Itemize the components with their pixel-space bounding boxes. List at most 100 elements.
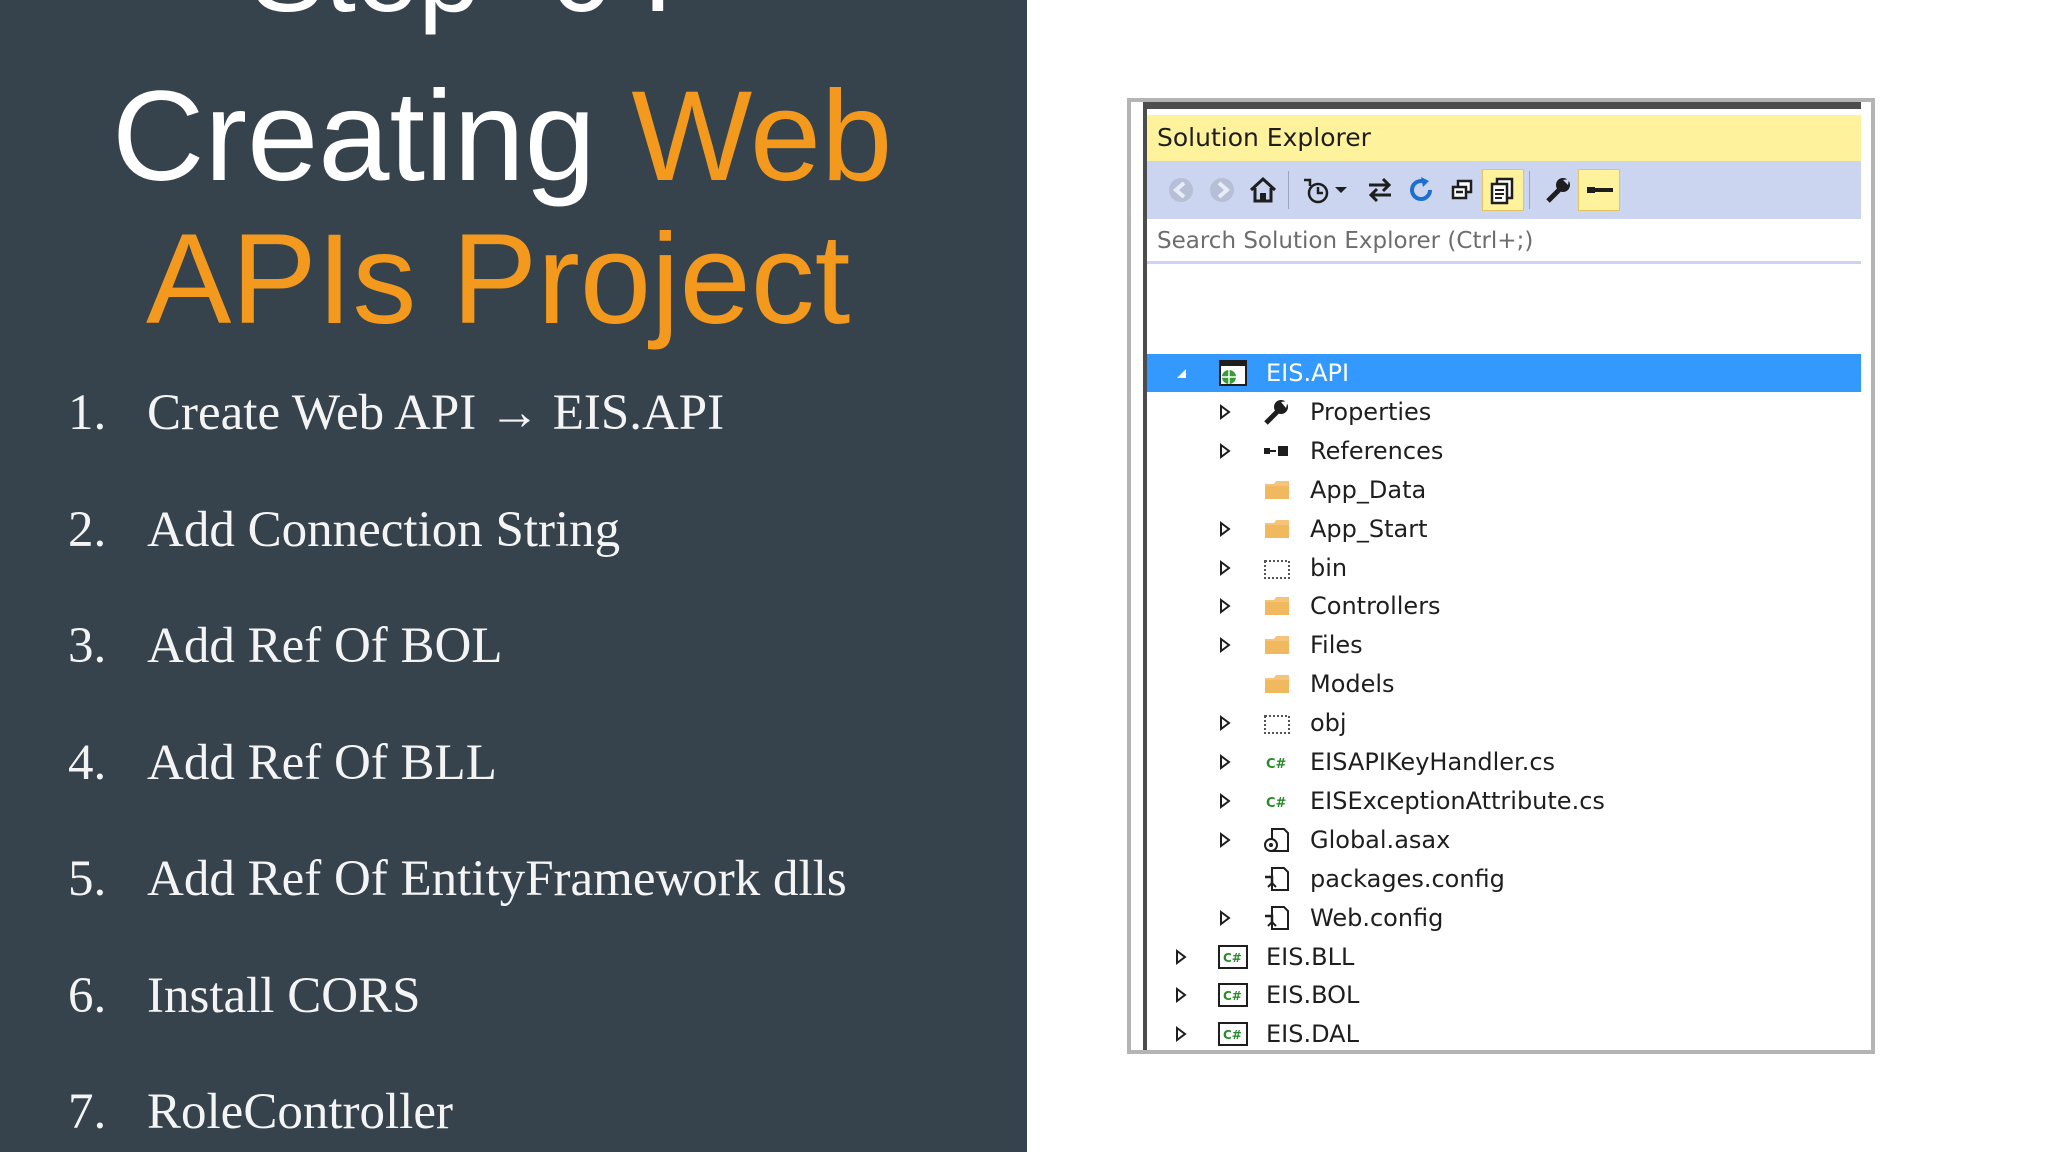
sync-icon[interactable]	[1359, 169, 1401, 211]
tree-item[interactable]: C# EISAPIKeyHandler.cs	[1147, 743, 1861, 781]
title-apis-project: APIs Project	[146, 208, 851, 351]
collapsed-arrow-icon[interactable]	[1171, 976, 1191, 1014]
tree-item[interactable]: App_Data	[1147, 471, 1861, 509]
solution-explorer-toolbar	[1147, 161, 1861, 219]
tree-item-label: EISExceptionAttribute.cs	[1310, 786, 1605, 815]
tree-item[interactable]: Properties	[1147, 393, 1861, 431]
step-item: 5. Add Ref Of EntityFramework dlls	[68, 846, 847, 963]
step-item: 6. Install CORS	[68, 963, 847, 1080]
collapsed-arrow-icon[interactable]	[1215, 587, 1235, 625]
collapsed-arrow-icon[interactable]	[1215, 626, 1235, 664]
tree-item-label: Files	[1310, 631, 1363, 660]
folder-icon	[1261, 630, 1293, 660]
tree-item[interactable]: bin	[1147, 549, 1861, 587]
hidden-folder-icon	[1261, 553, 1293, 583]
slide-title-fragment: Step -6 :	[250, 0, 673, 38]
tree-item-label: References	[1310, 436, 1444, 465]
step-item: 2. Add Connection String	[68, 497, 847, 614]
csharp-project-icon: C#	[1217, 942, 1249, 972]
folder-icon	[1261, 669, 1293, 699]
tree-item[interactable]: Controllers	[1147, 587, 1861, 625]
step-number: 5.	[68, 851, 107, 907]
tree-item[interactable]: C# EIS.DAL	[1147, 1015, 1861, 1053]
search-solution-explorer-input[interactable]: Search Solution Explorer (Ctrl+;)	[1147, 221, 1861, 264]
tree-item-label: Global.asax	[1310, 825, 1451, 854]
toolbar-separator	[1288, 171, 1289, 209]
solution-explorer-body: Solution Explorer Search Solution Explor…	[1143, 108, 1861, 1050]
collapsed-arrow-icon[interactable]	[1171, 1015, 1191, 1053]
back-icon[interactable]	[1160, 169, 1202, 211]
solution-explorer-title: Solution Explorer	[1147, 115, 1861, 161]
tree-item[interactable]: Global.asax	[1147, 821, 1861, 859]
properties-icon[interactable]	[1537, 169, 1579, 211]
tree-item-label: EISAPIKeyHandler.cs	[1310, 748, 1556, 776]
tree-item[interactable]: EIS.API	[1147, 354, 1861, 392]
expanded-arrow-icon[interactable]	[1171, 354, 1191, 392]
collapsed-arrow-icon[interactable]	[1215, 743, 1235, 781]
csharp-file-icon: C#	[1261, 747, 1293, 777]
show-all-files-icon[interactable]	[1482, 169, 1524, 211]
svg-text:C#: C#	[1266, 796, 1287, 811]
step-number: 6.	[68, 967, 107, 1024]
tree-item-label: bin	[1310, 553, 1348, 582]
slide-panel: Step -6 : Creating Web APIs Project 1.Cr…	[0, 0, 1027, 1152]
refresh-icon[interactable]	[1400, 169, 1442, 211]
tree-item[interactable]: App_Start	[1147, 510, 1861, 548]
collapse-all-icon[interactable]	[1441, 169, 1483, 211]
tree-item-label: EIS.DAL	[1266, 1020, 1359, 1049]
collapsed-arrow-icon[interactable]	[1215, 782, 1235, 820]
tree-item-label: Properties	[1310, 397, 1432, 426]
tree-item[interactable]: Files	[1147, 626, 1861, 664]
step-text: Add Connection String	[147, 501, 621, 558]
solution-explorer-window: Solution Explorer Search Solution Explor…	[1127, 98, 1875, 1054]
tree-item[interactable]: packages.config	[1147, 860, 1861, 898]
collapsed-arrow-icon[interactable]	[1215, 510, 1235, 548]
tree-item[interactable]: C# EIS.BLL	[1147, 938, 1861, 976]
tree-item-label: Controllers	[1310, 592, 1441, 621]
step-number: 7.	[68, 1084, 107, 1140]
step-item: 3. Add Ref Of BOL	[68, 613, 847, 730]
global-asax-icon	[1261, 825, 1293, 855]
tree-item-label: Models	[1310, 670, 1395, 699]
collapsed-arrow-icon[interactable]	[1215, 704, 1235, 742]
collapsed-arrow-icon[interactable]	[1215, 432, 1235, 470]
tree-item-label: EIS.API	[1266, 359, 1350, 387]
config-file-icon	[1261, 864, 1293, 894]
svg-text:C#: C#	[1223, 1028, 1242, 1042]
tree-item-label: App_Data	[1310, 475, 1427, 504]
tree-item[interactable]: obj	[1147, 704, 1861, 742]
step-text: Install CORS	[147, 967, 421, 1024]
tree-item[interactable]: Models	[1147, 665, 1861, 703]
tree-item-label: App_Start	[1310, 514, 1428, 543]
config-file-icon	[1261, 903, 1293, 933]
title-creating: Creating	[112, 65, 632, 208]
wrench-icon	[1261, 397, 1293, 427]
slide-title-line1: Creating Web	[112, 65, 892, 208]
collapsed-arrow-icon[interactable]	[1171, 938, 1191, 976]
forward-icon[interactable]	[1201, 169, 1243, 211]
hidden-folder-icon	[1261, 708, 1293, 738]
home-icon[interactable]	[1242, 169, 1284, 211]
collapsed-arrow-icon[interactable]	[1215, 899, 1235, 937]
tree-item-label: EIS.BOL	[1266, 981, 1360, 1010]
step-text: RoleController	[147, 1084, 453, 1140]
tree-item[interactable]: Web.config	[1147, 899, 1861, 937]
tree-item[interactable]: C# EISExceptionAttribute.cs	[1147, 782, 1861, 820]
tree-item[interactable]: C# EIS.BOL	[1147, 976, 1861, 1014]
dropdown-icon[interactable]	[1330, 169, 1352, 211]
tree-item[interactable]: References	[1147, 432, 1861, 470]
collapsed-arrow-icon[interactable]	[1215, 549, 1235, 587]
csharp-project-icon: C#	[1217, 980, 1249, 1010]
folder-icon	[1261, 514, 1293, 544]
collapsed-arrow-icon[interactable]	[1215, 393, 1235, 431]
step-item: 1. Create Web API → EIS.API	[68, 380, 847, 497]
collapsed-arrow-icon[interactable]	[1215, 821, 1235, 859]
step-text: Create Web API → EIS.API	[147, 385, 725, 441]
preview-icon[interactable]	[1578, 169, 1620, 211]
svg-text:C#: C#	[1223, 989, 1242, 1003]
step-text: Add Ref Of BLL	[147, 734, 497, 791]
svg-text:C#: C#	[1223, 951, 1242, 965]
step-text: Add Ref Of BOL	[147, 618, 503, 674]
step-number: 3.	[68, 618, 107, 674]
tree-item-label: Web.config	[1310, 903, 1444, 932]
